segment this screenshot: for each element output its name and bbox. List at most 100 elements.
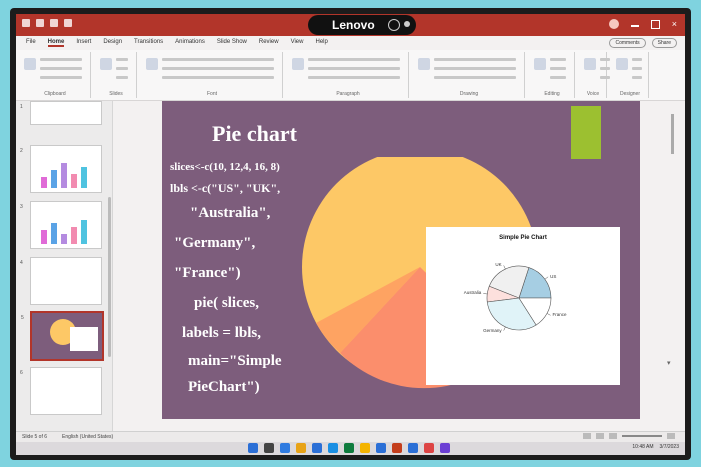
slides-icon[interactable]: [100, 58, 112, 70]
designer-command-0[interactable]: [632, 58, 642, 61]
clipboard-command-1[interactable]: [40, 67, 82, 70]
share-button[interactable]: Share: [651, 38, 677, 48]
paragraph-icon[interactable]: [292, 58, 304, 70]
reading-view-icon[interactable]: [609, 433, 617, 439]
designer-command-1[interactable]: [632, 67, 642, 70]
slide-thumbnail-6[interactable]: 6: [20, 367, 102, 415]
drawing-command-1[interactable]: [434, 67, 516, 70]
tab-view[interactable]: View: [291, 39, 304, 47]
font-command-2[interactable]: [162, 76, 274, 79]
designer-command-2[interactable]: [632, 76, 642, 79]
task-view-icon[interactable]: [280, 443, 290, 453]
thumbnail-bar: [51, 170, 57, 188]
pie-leader-line: [483, 293, 488, 295]
r-plot-image[interactable]: Simple Pie Chart US UK Australia Germany Fra…: [426, 227, 620, 385]
file-explorer-icon[interactable]: [296, 443, 306, 453]
save-icon[interactable]: [36, 19, 44, 27]
mail-icon[interactable]: [376, 443, 386, 453]
editing-command-2[interactable]: [550, 76, 566, 79]
slide-sorter-icon[interactable]: [596, 433, 604, 439]
fit-slide-icon[interactable]: [667, 433, 675, 439]
search-icon[interactable]: [264, 443, 274, 453]
clipboard-icon[interactable]: [24, 58, 36, 70]
taskbar-date[interactable]: 3/7/2023: [660, 444, 679, 450]
teams-icon[interactable]: [408, 443, 418, 453]
drawing-command-2[interactable]: [434, 76, 516, 79]
thumbnail-bar: [61, 234, 67, 244]
tab-transitions[interactable]: Transitions: [134, 39, 163, 47]
tab-help[interactable]: Help: [315, 39, 327, 47]
slide-title: Pie chart: [212, 121, 297, 146]
tab-design[interactable]: Design: [103, 39, 122, 47]
undo-icon[interactable]: [50, 19, 58, 27]
designer-icon[interactable]: [616, 58, 628, 70]
ribbon-group-label: Slides: [109, 91, 123, 97]
taskbar-apps: [248, 443, 450, 453]
tab-animations[interactable]: Animations: [175, 39, 205, 47]
voice-command-1[interactable]: [600, 67, 610, 70]
voice-command-2[interactable]: [600, 76, 610, 79]
thumbnail-number: 2: [20, 148, 23, 154]
voice-command-0[interactable]: [600, 58, 610, 61]
pie-label-france: France: [552, 312, 567, 318]
code-line: "Australia",: [190, 205, 271, 221]
slide-thumbnail-3[interactable]: 3: [20, 201, 102, 249]
thumbnail-scrollbar[interactable]: [108, 197, 111, 357]
next-slide-icon[interactable]: ▾: [667, 359, 671, 367]
title-bar: Lenovo ×: [16, 14, 685, 36]
tab-file[interactable]: File: [26, 39, 36, 47]
normal-view-icon[interactable]: [583, 433, 591, 439]
edge-icon[interactable]: [312, 443, 322, 453]
slide-thumbnail-2[interactable]: 2: [20, 145, 102, 193]
folder-icon[interactable]: [360, 443, 370, 453]
thumbnail-bar: [81, 220, 87, 244]
slide-scrollbar[interactable]: [671, 114, 674, 154]
font-command-1[interactable]: [162, 67, 274, 70]
maximize-icon[interactable]: [650, 19, 660, 29]
voice-icon[interactable]: [584, 58, 596, 70]
paragraph-command-2[interactable]: [308, 76, 400, 79]
close-icon[interactable]: ×: [672, 20, 677, 29]
clipboard-command-2[interactable]: [40, 76, 82, 79]
autosave-icon[interactable]: [22, 19, 30, 27]
redo-icon[interactable]: [64, 19, 72, 27]
app-icon[interactable]: [440, 443, 450, 453]
office-icon[interactable]: [392, 443, 402, 453]
paragraph-command-1[interactable]: [308, 67, 400, 70]
slides-command-1[interactable]: [116, 67, 128, 70]
tab-insert[interactable]: Insert: [76, 39, 91, 47]
language-indicator[interactable]: English (United States): [62, 434, 113, 440]
thumbnail-bar: [71, 227, 77, 244]
drawing-icon[interactable]: [418, 58, 430, 70]
editing-icon[interactable]: [534, 58, 546, 70]
xbox-icon[interactable]: [344, 443, 354, 453]
slide-thumbnail-4[interactable]: 4: [20, 257, 102, 305]
font-icon[interactable]: [146, 58, 158, 70]
store-icon[interactable]: [328, 443, 338, 453]
zoom-slider[interactable]: [622, 435, 662, 437]
thumbnail-number: 3: [20, 204, 23, 210]
avatar[interactable]: [608, 19, 619, 29]
tab-review[interactable]: Review: [259, 39, 279, 47]
code-line: slices<-c(10, 12,4, 16, 8): [170, 161, 280, 173]
taskbar-time[interactable]: 10:48 AM: [632, 444, 653, 450]
slide-thumbnail-5[interactable]: 5: [21, 311, 104, 361]
editing-command-0[interactable]: [550, 58, 566, 61]
slide-canvas[interactable]: Pie chart slices<-c(10, 12,4, 16, 8) lbls…: [162, 101, 640, 419]
comments-button[interactable]: Comments: [609, 38, 646, 48]
tab-home[interactable]: Home: [47, 39, 65, 47]
font-command-0[interactable]: [162, 58, 274, 61]
slide-thumbnail-1[interactable]: 1: [20, 101, 102, 125]
tab-slide-show[interactable]: Slide Show: [217, 39, 247, 47]
media-icon[interactable]: [424, 443, 434, 453]
drawing-command-0[interactable]: [434, 58, 516, 61]
paragraph-command-0[interactable]: [308, 58, 400, 61]
slides-command-2[interactable]: [116, 76, 128, 79]
thumbnail-plot: [70, 327, 98, 351]
clipboard-command-0[interactable]: [40, 58, 82, 61]
minimize-icon[interactable]: [630, 25, 639, 27]
slides-command-0[interactable]: [116, 58, 128, 61]
start-icon[interactable]: [248, 443, 258, 453]
code-line: pie( slices,: [194, 295, 259, 311]
editing-command-1[interactable]: [550, 67, 566, 70]
